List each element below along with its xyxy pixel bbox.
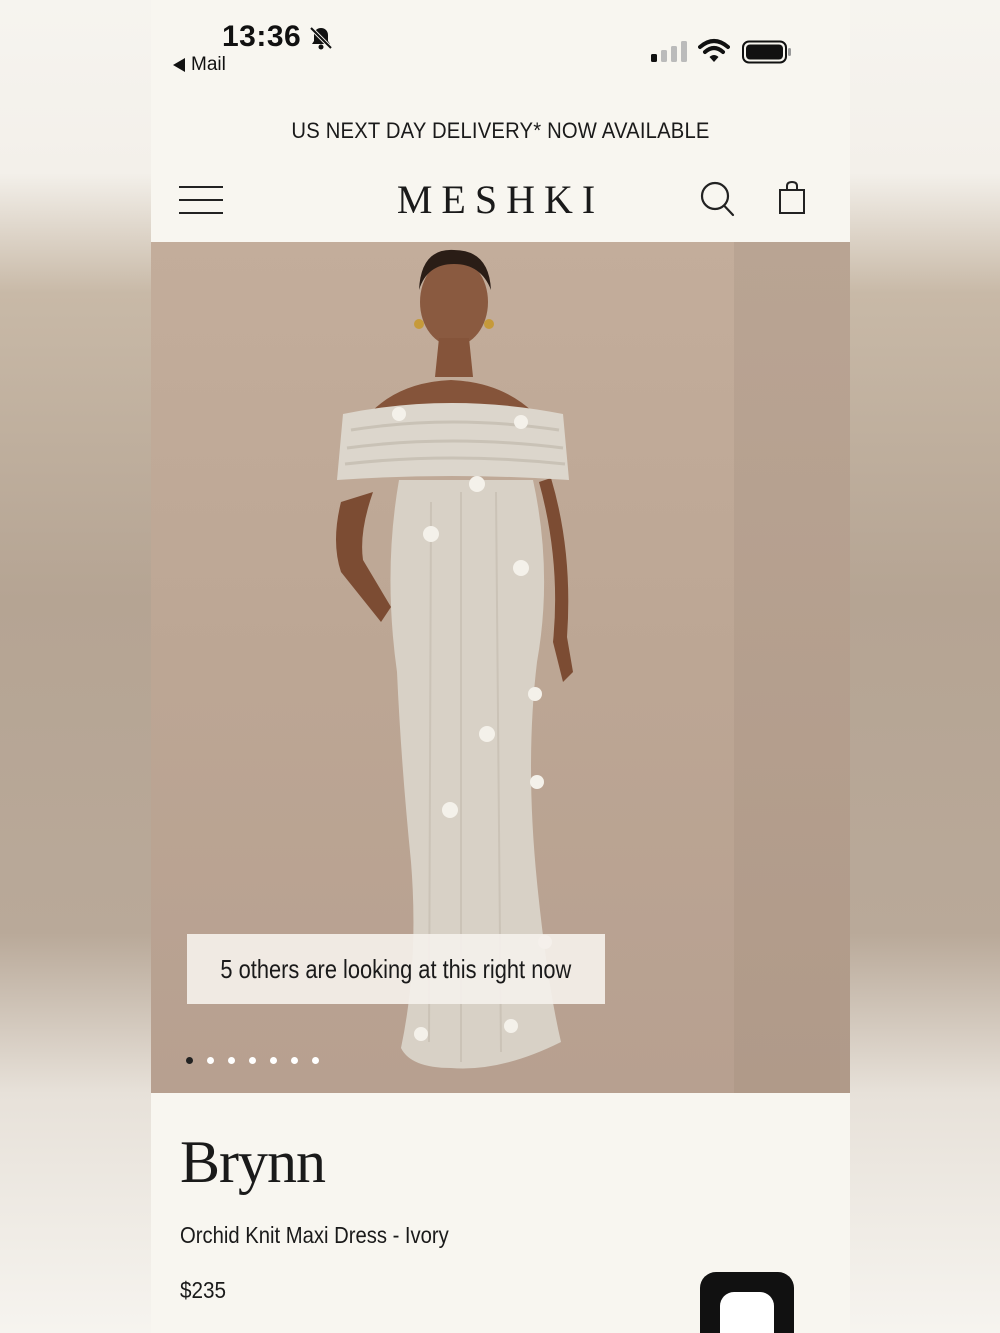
status-bar: 13:36 Mail [151,0,850,90]
back-to-mail-link[interactable]: Mail [173,54,226,76]
gallery-dot[interactable] [270,1057,277,1064]
live-viewers-text: 5 others are looking at this right now [220,953,572,984]
gallery-dot[interactable] [312,1057,319,1064]
product-price: $235 [180,1277,227,1303]
product-subtitle: Orchid Knit Maxi Dress - Ivory [180,1222,449,1248]
signal-icon [651,41,687,62]
status-time: 13:36 [222,20,302,53]
shopping-bag-icon[interactable] [777,180,807,216]
gallery-pagination-dots[interactable] [186,1057,319,1064]
site-header: MESHKI [151,168,850,234]
back-label: Mail [191,54,226,75]
delivery-promo-banner[interactable]: US NEXT DAY DELIVERY* NOW AVAILABLE [179,118,822,144]
battery-icon [742,40,791,64]
gallery-dot[interactable] [228,1057,235,1064]
chat-button[interactable] [700,1272,794,1333]
product-image-gallery[interactable]: 5 others are looking at this right now [151,242,850,1093]
bell-slash-icon [309,26,333,50]
product-name: Brynn [180,1129,326,1195]
chat-bubble-icon [720,1292,774,1333]
gallery-dot[interactable] [291,1057,298,1064]
live-viewers-banner: 5 others are looking at this right now [187,934,605,1004]
search-icon[interactable] [699,180,735,218]
phone-screen: 13:36 Mail US NEXT DAY DELIVERY* NOW AVA… [151,0,850,1333]
wifi-icon [698,39,730,62]
brand-logo[interactable]: MESHKI [151,176,850,223]
gallery-dot[interactable] [249,1057,256,1064]
gallery-dot[interactable] [207,1057,214,1064]
back-arrow-icon [173,58,185,72]
gallery-dot[interactable] [186,1057,193,1064]
next-product-image[interactable] [734,242,850,1093]
